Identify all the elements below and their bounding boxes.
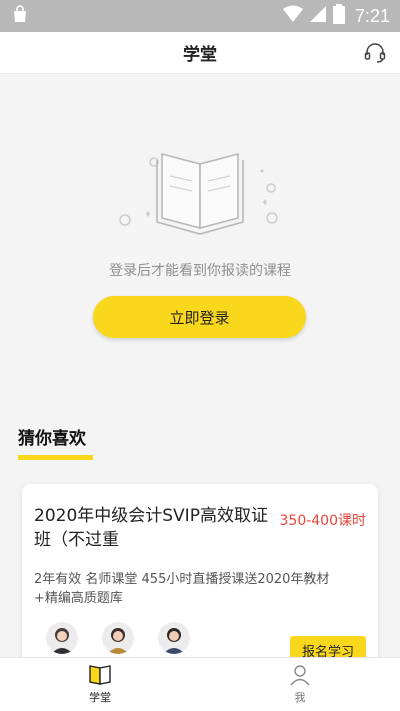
empty-message: 登录后才能看到你报读的课程 (109, 263, 291, 279)
page-title: 学堂 (183, 45, 217, 65)
teacher-avatar (46, 622, 78, 654)
person-tab-icon (290, 665, 310, 686)
tab-label: 学堂 (89, 691, 111, 704)
battery-icon (332, 4, 345, 28)
bag-icon (10, 4, 30, 28)
status-time: 7:21 (354, 5, 390, 26)
recommend-section-header: 猜你喜欢 (18, 424, 93, 460)
book-tab-icon (89, 665, 111, 685)
bottom-tab-bar: 学堂 我 (0, 657, 400, 711)
open-book-icon (119, 152, 278, 235)
wifi-icon (282, 5, 303, 27)
login-button[interactable]: 立即登录 (93, 296, 306, 338)
headset-icon[interactable] (362, 40, 388, 66)
empty-state: 登录后才能看到你报读的课程 立即登录 (0, 74, 400, 344)
course-description: 2年有效 名师课堂 455小时直播授课送2020年教材+精编高质题库 (34, 572, 330, 606)
signal-icon (309, 5, 327, 27)
tab-label: 我 (294, 691, 306, 704)
course-title: 2020年中级会计SVIP高效取证班（不过重 (34, 506, 268, 550)
tab-me[interactable]: 我 (200, 658, 400, 711)
course-hours: 350-400课时 (279, 513, 367, 529)
course-card[interactable]: 2020年中级会计SVIP高效取证班（不过重 350-400课时 2年有效 名师… (22, 484, 378, 664)
teacher-avatar (102, 622, 134, 654)
status-bar: 7:21 (0, 0, 400, 32)
app-header: 学堂 (0, 32, 400, 74)
teacher-avatar (158, 622, 190, 654)
tab-study[interactable]: 学堂 (0, 658, 200, 711)
section-title: 猜你喜欢 (18, 429, 86, 449)
section-underline (18, 455, 93, 460)
